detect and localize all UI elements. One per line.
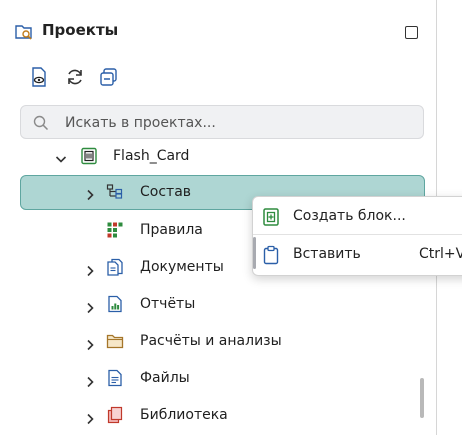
tree-root-label[interactable]: Flash_Card	[113, 148, 189, 164]
chevron-right-icon[interactable]	[84, 410, 96, 425]
menu-item-label: Вставить	[293, 246, 361, 262]
chevron-right-icon[interactable]	[84, 186, 96, 201]
library-icon	[106, 406, 124, 424]
search-input[interactable]	[65, 113, 405, 133]
chevron-right-icon[interactable]	[84, 336, 96, 351]
reports-icon	[106, 295, 124, 313]
tree-item-label[interactable]: Расчёты и анализы	[140, 333, 282, 349]
refresh-icon[interactable]	[64, 66, 86, 88]
maximize-icon[interactable]	[405, 26, 418, 39]
chevron-right-icon[interactable]	[84, 299, 96, 314]
tree-item-label[interactable]: Файлы	[140, 370, 190, 386]
show-file-icon[interactable]	[28, 66, 50, 88]
search-icon	[33, 115, 49, 135]
menu-item-paste[interactable]: Вставить Ctrl+V	[253, 237, 462, 273]
search-box[interactable]	[20, 105, 424, 139]
flash-card-icon	[80, 147, 98, 165]
panel-header: Проекты	[0, 0, 436, 56]
collapse-all-icon[interactable]	[98, 66, 120, 88]
context-menu: Создать блок... Вставить Ctrl+V	[252, 196, 462, 276]
calculations-folder-icon	[106, 332, 124, 350]
documents-icon	[106, 258, 124, 276]
project-folder-search-icon	[14, 22, 34, 42]
create-block-icon	[262, 207, 280, 227]
menu-item-shortcut: Ctrl+V	[419, 246, 462, 262]
paste-icon	[262, 245, 280, 265]
tree-item-label[interactable]: Библиотека	[140, 407, 228, 423]
rules-icon	[106, 221, 124, 239]
panel-title: Проекты	[42, 21, 119, 39]
chevron-right-icon[interactable]	[84, 262, 96, 277]
menu-item-label: Создать блок...	[293, 208, 406, 224]
menu-item-create-block[interactable]: Создать блок...	[253, 199, 462, 235]
chevron-right-icon[interactable]	[84, 373, 96, 388]
tree-item-label[interactable]: Правила	[140, 222, 203, 238]
files-icon	[106, 369, 124, 387]
tree-item-label[interactable]: Состав	[140, 184, 191, 200]
vertical-scrollbar[interactable]	[420, 378, 424, 418]
tree-item-label[interactable]: Документы	[140, 259, 224, 275]
tree-item-label[interactable]: Отчёты	[140, 296, 195, 312]
menu-separator	[253, 234, 462, 235]
chevron-down-icon[interactable]	[55, 150, 67, 163]
structure-icon	[106, 183, 124, 201]
